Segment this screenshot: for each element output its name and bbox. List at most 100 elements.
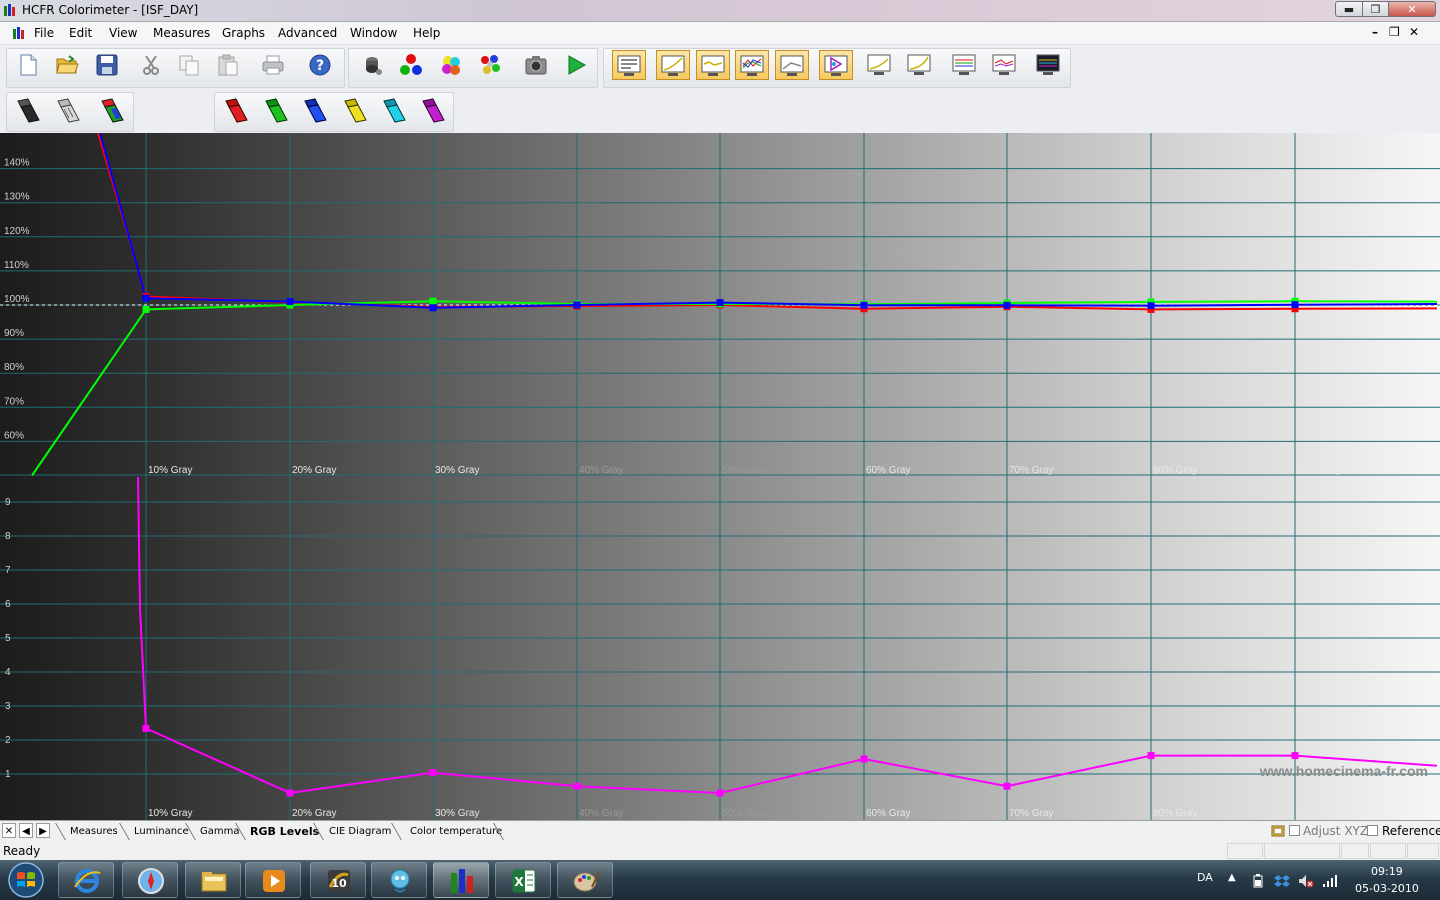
menu-edit[interactable]: Edit (69, 26, 92, 40)
taskbar-explorer[interactable] (185, 862, 241, 898)
data-point (860, 755, 868, 763)
tab-measures[interactable]: Measures (70, 823, 118, 840)
taskbar-app-10[interactable]: 10 (310, 862, 366, 898)
minimize-button[interactable]: ▬ (1335, 1, 1363, 17)
data-point (1003, 782, 1011, 790)
x-tick-label: 50% Gray (722, 465, 766, 476)
yellow-pattern-button[interactable] (339, 94, 373, 124)
play-button[interactable] (561, 50, 591, 80)
blue-pattern-button[interactable] (299, 94, 333, 124)
menu-view[interactable]: View (109, 26, 137, 40)
cut-button[interactable] (136, 50, 166, 80)
new-button[interactable] (13, 50, 43, 80)
mdi-close-button[interactable]: ✕ (1409, 25, 1419, 39)
graph-b-button[interactable] (903, 50, 937, 80)
taskbar-excel[interactable]: X (495, 862, 551, 898)
volume-muted-icon[interactable] (1298, 873, 1314, 889)
print-button[interactable] (258, 50, 288, 80)
network-signal-icon[interactable] (1322, 873, 1338, 889)
adjust-xyz-icon[interactable] (1271, 824, 1285, 838)
menu-help[interactable]: Help (413, 26, 440, 40)
menu-graphs[interactable]: Graphs (222, 26, 265, 40)
graph-e-button[interactable] (1032, 50, 1066, 80)
primaries-button[interactable] (396, 50, 426, 80)
menu-measures[interactable]: Measures (153, 26, 210, 40)
red-pattern-button[interactable] (220, 94, 254, 124)
palette-button[interactable] (475, 50, 505, 80)
clock-date[interactable]: 05-03-2010 (1355, 882, 1419, 895)
paste-button[interactable] (213, 50, 243, 80)
rgb-pattern-button[interactable] (96, 94, 130, 124)
reference-checkbox[interactable] (1367, 825, 1378, 836)
view-luminance-button[interactable] (656, 50, 690, 80)
data-point (1003, 301, 1011, 309)
status-bar: Ready (0, 842, 1440, 860)
data-point (286, 789, 294, 797)
print-icon (262, 55, 284, 75)
graph-d-button[interactable] (988, 50, 1022, 80)
menu-window[interactable]: Window (350, 26, 397, 40)
open-button[interactable] (52, 50, 82, 80)
tab-luminance[interactable]: Luminance (134, 823, 189, 840)
data-point (429, 304, 437, 312)
menu-bar: File Edit View Measures Graphs Advanced … (0, 22, 1440, 45)
taskbar-media-player[interactable] (245, 862, 301, 898)
app-10-icon: 10 (328, 870, 350, 892)
view-measures-button[interactable] (612, 50, 646, 80)
adjust-xyz-checkbox[interactable] (1289, 825, 1300, 836)
x-tick-label: 10% Gray (148, 465, 192, 476)
camera-button[interactable] (521, 50, 551, 80)
menu-advanced[interactable]: Advanced (278, 26, 337, 40)
y-tick-label: 5 (5, 633, 11, 644)
taskbar-paint[interactable] (557, 862, 613, 898)
graph-b-icon (907, 54, 931, 75)
taskbar-messenger[interactable] (371, 862, 427, 898)
cyan-pattern-button[interactable] (378, 94, 412, 124)
taskbar-ie[interactable] (58, 862, 114, 898)
help-button[interactable]: ? (305, 50, 335, 80)
data-point (573, 301, 581, 309)
graph-c-button[interactable] (948, 50, 982, 80)
taskbar-hcfr[interactable] (433, 862, 489, 898)
graph-a-button[interactable] (863, 50, 897, 80)
svg-text:X: X (514, 875, 524, 889)
help-icon: ? (309, 54, 331, 76)
gray-scale-button[interactable] (12, 94, 46, 124)
mdi-minimize-button[interactable]: – (1372, 25, 1378, 39)
tab-gamma[interactable]: Gamma (200, 823, 240, 840)
menu-file[interactable]: File (34, 26, 54, 40)
copy-button[interactable] (174, 50, 204, 80)
language-indicator[interactable]: DA (1197, 871, 1213, 884)
close-button[interactable]: ✕ (1388, 1, 1436, 17)
view-rgb-levels-button[interactable] (735, 50, 769, 80)
document-icon[interactable] (12, 26, 26, 40)
tab-close-button[interactable]: ✕ (2, 823, 16, 838)
view-tab-bar: ✕ ◀ ▶ Measures Luminance Gamma RGB Level… (0, 820, 1440, 842)
dropbox-icon[interactable] (1274, 873, 1290, 889)
maximize-button[interactable]: ❐ (1362, 1, 1389, 17)
y-tick-label: 60% (4, 430, 24, 441)
tab-prev-button[interactable]: ◀ (19, 823, 33, 838)
secondaries-button[interactable] (436, 50, 466, 80)
tab-next-button[interactable]: ▶ (36, 823, 50, 838)
taskbar-safari[interactable] (122, 862, 178, 898)
clock-time[interactable]: 09:19 (1371, 865, 1403, 878)
save-button[interactable] (92, 50, 122, 80)
sensor-button[interactable] (357, 50, 387, 80)
messenger-icon (390, 869, 410, 893)
magenta-pattern-icon (422, 98, 445, 123)
mdi-restore-button[interactable]: ❐ (1389, 25, 1400, 39)
tab-color-temperature[interactable]: Color temperature (410, 823, 502, 840)
gray-scale-alt-button[interactable] (52, 94, 86, 124)
view-gamma-button[interactable] (696, 50, 730, 80)
explorer-icon (201, 872, 227, 892)
tab-cie-diagram[interactable]: CIE Diagram (329, 823, 391, 840)
view-cie-button[interactable] (775, 50, 809, 80)
tray-expand-icon[interactable]: ▲ (1228, 872, 1236, 883)
start-button[interactable] (4, 861, 48, 899)
battery-icon[interactable] (1252, 874, 1264, 888)
magenta-pattern-button[interactable] (417, 94, 451, 124)
green-pattern-button[interactable] (260, 94, 294, 124)
tab-rgb-levels[interactable]: RGB Levels (250, 823, 319, 840)
view-color-temp-button[interactable] (819, 50, 853, 80)
